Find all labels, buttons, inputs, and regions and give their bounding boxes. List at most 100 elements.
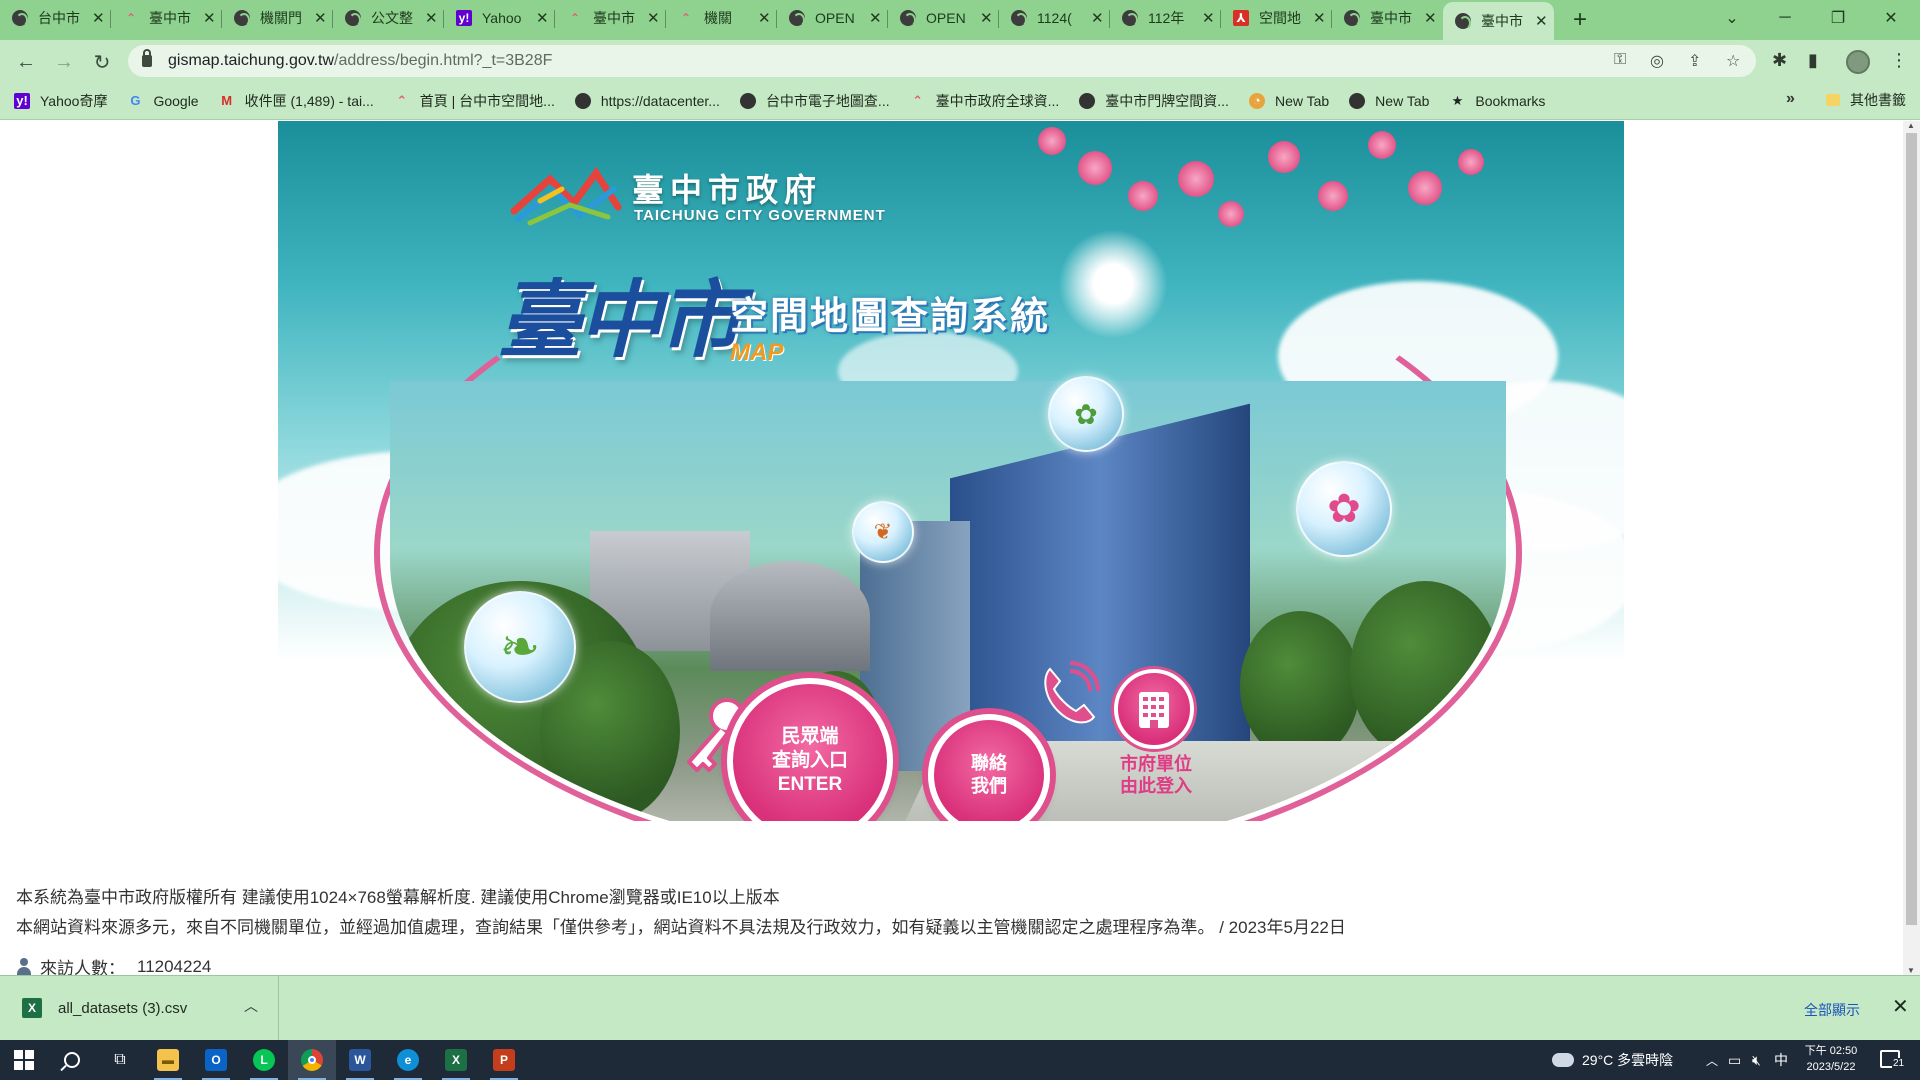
close-tab-icon[interactable]: ✕ — [1202, 9, 1215, 27]
browser-tab[interactable]: OPEN ✕ — [777, 1, 888, 35]
key-icon[interactable]: ⚿ — [1614, 51, 1626, 69]
search-button[interactable] — [48, 1040, 96, 1080]
show-all-downloads-button[interactable]: 全部顯示 — [1804, 1000, 1860, 1020]
volume-muted-icon[interactable]: 🔇︎ — [1752, 1040, 1761, 1080]
close-tab-icon[interactable]: ✕ — [314, 9, 327, 27]
taskbar-excel[interactable]: X — [432, 1040, 480, 1080]
start-button[interactable] — [0, 1040, 48, 1080]
menu-icon[interactable]: ⋮ — [1890, 50, 1908, 71]
globe-icon — [1011, 10, 1027, 27]
close-tab-icon[interactable]: ✕ — [869, 9, 882, 27]
browser-tab[interactable]: 1124(✕ — [999, 1, 1110, 35]
bookmark-label: 首頁 | 台中市空間地... — [419, 92, 555, 109]
browser-tab[interactable]: 台中市 ✕ — [0, 1, 111, 35]
scrollbar-thumb[interactable] — [1906, 133, 1917, 925]
close-window-icon[interactable]: ✕ — [1868, 0, 1914, 36]
browser-tab[interactable]: 臺中市 ✕ — [1332, 1, 1443, 35]
bookmark-item[interactable]: 台中市電子地圖查... — [739, 91, 890, 111]
restore-icon[interactable]: ❐ — [1815, 0, 1861, 36]
taskbar-file-explorer[interactable]: ▬ — [144, 1040, 192, 1080]
bookmark-item[interactable]: y! Yahoo奇摩 — [14, 91, 107, 111]
close-tab-icon[interactable]: ✕ — [1313, 9, 1326, 27]
office-login-label[interactable]: 市府單位 由此登入 — [1096, 753, 1216, 797]
bookmark-item[interactable]: G Google — [127, 93, 198, 109]
close-tab-icon[interactable]: ✕ — [1535, 12, 1548, 30]
bookmarks-overflow-button[interactable]: » — [1786, 90, 1795, 108]
side-panel-icon[interactable]: ▮ — [1808, 50, 1818, 71]
globe-icon — [1079, 92, 1096, 109]
system-clock[interactable]: 下午 02:50 2023/5/22 — [1796, 1043, 1866, 1075]
bookmark-item[interactable]: ⌃ 首頁 | 台中市空間地... — [394, 91, 555, 111]
browser-tab[interactable]: y! Yahoo ✕ — [444, 1, 555, 35]
close-tab-icon[interactable]: ✕ — [1424, 9, 1437, 27]
close-tab-icon[interactable]: ✕ — [758, 9, 771, 27]
taskbar-word[interactable]: W — [336, 1040, 384, 1080]
eye-off-icon[interactable]: ◎ — [1650, 51, 1664, 71]
ime-indicator[interactable]: 中 — [1774, 1040, 1788, 1080]
close-tab-icon[interactable]: ✕ — [647, 9, 660, 27]
browser-tab[interactable]: OPEN ✕ — [888, 1, 999, 35]
browser-tab[interactable]: ⌃ 臺中市 ✕ — [555, 1, 666, 35]
browser-tab[interactable]: 機關門 ✕ — [222, 1, 333, 35]
close-download-bar-icon[interactable]: ✕ — [1892, 994, 1909, 1019]
bookmark-item[interactable]: ⌃ 臺中市政府全球資... — [910, 91, 1060, 111]
lock-icon[interactable] — [142, 49, 152, 67]
hero-banner: 臺中市政府 TAICHUNG CITY GOVERNMENT 臺中市 空間地圖查… — [278, 121, 1624, 821]
taskbar-edge[interactable]: e — [384, 1040, 432, 1080]
close-tab-icon[interactable]: ✕ — [425, 9, 438, 27]
close-tab-icon[interactable]: ✕ — [92, 9, 105, 27]
close-tab-icon[interactable]: ✕ — [1091, 9, 1104, 27]
share-icon[interactable]: ⇪ — [1688, 51, 1701, 71]
bookmark-item[interactable]: ◔ New Tab — [1248, 92, 1329, 109]
url-text[interactable]: gismap.taichung.gov.tw/address/begin.htm… — [168, 52, 552, 70]
globe-icon — [1122, 10, 1138, 27]
scroll-up-arrow[interactable]: ▲ — [1907, 121, 1915, 130]
windows-taskbar: ⧉ ▬ O L W e X P 29°C 多雲時陰 ︿ ▭ 🔇︎ 中 下午 02… — [0, 1040, 1920, 1080]
bookmark-label: 臺中市政府全球資... — [935, 92, 1060, 109]
dome-building — [710, 561, 870, 671]
government-name-zh: 臺中市政府 — [632, 171, 823, 209]
browser-tab[interactable]: ⅄ 空間地 ✕ — [1221, 1, 1332, 35]
download-item[interactable]: X all_datasets (3).csv ︿ — [0, 976, 279, 1040]
close-tab-icon[interactable]: ✕ — [203, 9, 216, 27]
office-login-button[interactable] — [1114, 669, 1194, 749]
new-tab-button[interactable]: + — [1562, 2, 1598, 38]
minimize-icon[interactable]: ─ — [1762, 0, 1808, 36]
taskbar-outlook[interactable]: O — [192, 1040, 240, 1080]
back-icon[interactable]: ← — [12, 48, 40, 76]
bookmark-item[interactable]: New Tab — [1349, 92, 1429, 109]
extensions-icon[interactable]: ✱ — [1772, 50, 1787, 71]
bookmark-item[interactable]: M 收件匣 (1,489) - tai... — [219, 91, 374, 111]
bookmark-item[interactable]: ★ Bookmarks — [1449, 93, 1546, 109]
page-scrollbar[interactable]: ▲ ▼ — [1903, 121, 1920, 975]
notice-disclaimer: 本網站資料來源多元，來自不同機關單位，並經過加值處理，查詢結果「僅供參考」，網站… — [16, 918, 1346, 937]
reload-icon[interactable]: ↻ — [88, 48, 116, 76]
tab-title: 臺中市 — [1370, 10, 1412, 26]
scroll-down-arrow[interactable]: ▼ — [1907, 966, 1915, 975]
close-tab-icon[interactable]: ✕ — [536, 9, 549, 27]
profile-avatar[interactable] — [1846, 50, 1870, 74]
bookmark-item[interactable]: 臺中市門牌空間資... — [1079, 91, 1229, 111]
close-tab-icon[interactable]: ✕ — [980, 9, 993, 27]
chevron-up-icon[interactable]: ︿ — [244, 996, 258, 1016]
browser-tab-active[interactable]: 臺中市 ✕ — [1443, 2, 1554, 40]
browser-tab[interactable]: 公文整 ✕ — [333, 1, 444, 35]
taskbar-line[interactable]: L — [240, 1040, 288, 1080]
browser-tab[interactable]: ⌃ 機關 ✕ — [666, 1, 777, 35]
task-view-button[interactable]: ⧉ — [96, 1040, 144, 1080]
weather-widget[interactable]: 29°C 多雲時陰 — [1548, 1040, 1673, 1080]
notice-copyright: 本系統為臺中市政府版權所有 建議使用1024×768螢幕解析度. 建議使用Chr… — [16, 888, 780, 907]
tray-overflow-icon[interactable]: ︿ — [1706, 1040, 1718, 1080]
taskbar-chrome[interactable] — [288, 1040, 336, 1080]
forward-icon[interactable]: → — [50, 48, 78, 76]
globe-icon — [739, 92, 756, 109]
browser-tab[interactable]: 112年 ✕ — [1110, 1, 1221, 35]
other-bookmarks-folder[interactable]: 其他書籤 — [1826, 90, 1906, 110]
network-icon[interactable]: ▭ — [1728, 1040, 1741, 1080]
bookmark-item[interactable]: https://datacenter... — [574, 92, 720, 109]
address-bar[interactable]: gismap.taichung.gov.tw/address/begin.htm… — [128, 45, 1756, 77]
tab-search-icon[interactable]: ⌄ — [1709, 0, 1755, 36]
bookmark-star-icon[interactable]: ☆ — [1726, 51, 1740, 71]
taskbar-powerpoint[interactable]: P — [480, 1040, 528, 1080]
browser-tab[interactable]: ⌃ 臺中市 ✕ — [111, 1, 222, 35]
